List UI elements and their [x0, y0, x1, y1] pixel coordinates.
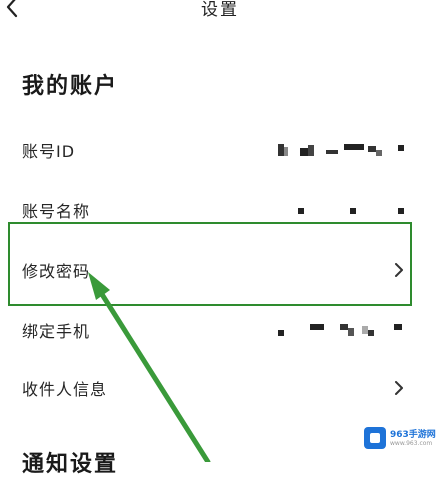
row-label: 账号名称	[22, 202, 91, 221]
masked-phone-number	[278, 324, 402, 336]
top-bar: 设置	[0, 0, 440, 24]
site-watermark: 963手游网 www.963.com	[360, 424, 436, 452]
masked-account-id	[278, 144, 404, 156]
row-label: 绑定手机	[22, 322, 91, 341]
row-label: 收件人信息	[22, 380, 108, 399]
row-bind-phone[interactable]: 绑定手机	[0, 302, 440, 358]
row-recipient-info[interactable]: 收件人信息	[0, 360, 440, 416]
watermark-logo-icon	[364, 427, 386, 449]
section-title-notification-settings: 通知设置	[22, 452, 119, 477]
section-title-my-account: 我的账户	[22, 74, 119, 99]
page-title: 设置	[201, 0, 239, 20]
chevron-right-icon	[395, 381, 403, 395]
watermark-name: 963手游网	[390, 430, 436, 440]
row-label: 账号ID	[22, 142, 76, 161]
masked-account-name	[298, 208, 404, 214]
highlight-box	[8, 222, 412, 306]
row-account-id: 账号ID	[0, 122, 440, 178]
watermark-url: www.963.com	[390, 440, 433, 447]
